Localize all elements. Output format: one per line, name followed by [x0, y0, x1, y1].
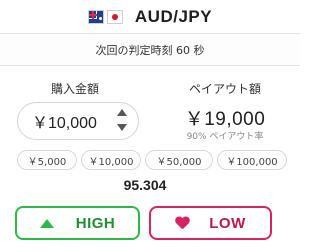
- quick-amount-chips: ￥5,000 ￥10,000 ￥50,000 ￥100,000: [17, 150, 287, 170]
- currency-pair-header: AUD/JPY: [0, 0, 300, 34]
- increment-icon[interactable]: [117, 109, 127, 116]
- quick-amount-chip[interactable]: ￥50,000: [145, 150, 213, 170]
- currency-pair-name: AUD/JPY: [134, 6, 213, 26]
- current-rate: 95.304: [123, 177, 167, 193]
- decrement-icon[interactable]: [117, 124, 127, 131]
- payout-amount-value: ￥19,000: [184, 109, 266, 130]
- low-button-label: LOW: [209, 214, 246, 232]
- purchase-amount-input[interactable]: ￥10,000: [17, 102, 139, 140]
- amount-stepper[interactable]: [116, 109, 128, 133]
- purchase-amount-label: 購入金額: [50, 82, 99, 96]
- payout-rate-text: 90% ペイアウト率: [186, 132, 264, 142]
- high-button[interactable]: HIGH: [15, 206, 140, 240]
- high-button-label: HIGH: [75, 214, 116, 232]
- next-judgment-countdown: 次回の判定時刻 60 秒: [0, 34, 300, 66]
- quick-amount-chip[interactable]: ￥100,000: [217, 150, 287, 170]
- low-button[interactable]: LOW: [149, 206, 272, 240]
- arrow-up-icon: [39, 218, 54, 228]
- heart-icon: [175, 217, 189, 230]
- purchase-amount-value[interactable]: ￥10,000: [32, 109, 97, 133]
- payout-amount-label: ペイアウト額: [188, 82, 261, 96]
- quick-amount-chip[interactable]: ￥10,000: [81, 150, 141, 170]
- japan-flag-icon: [106, 9, 123, 24]
- australia-flag-icon: [87, 9, 104, 24]
- quick-amount-chip[interactable]: ￥5,000: [17, 150, 77, 170]
